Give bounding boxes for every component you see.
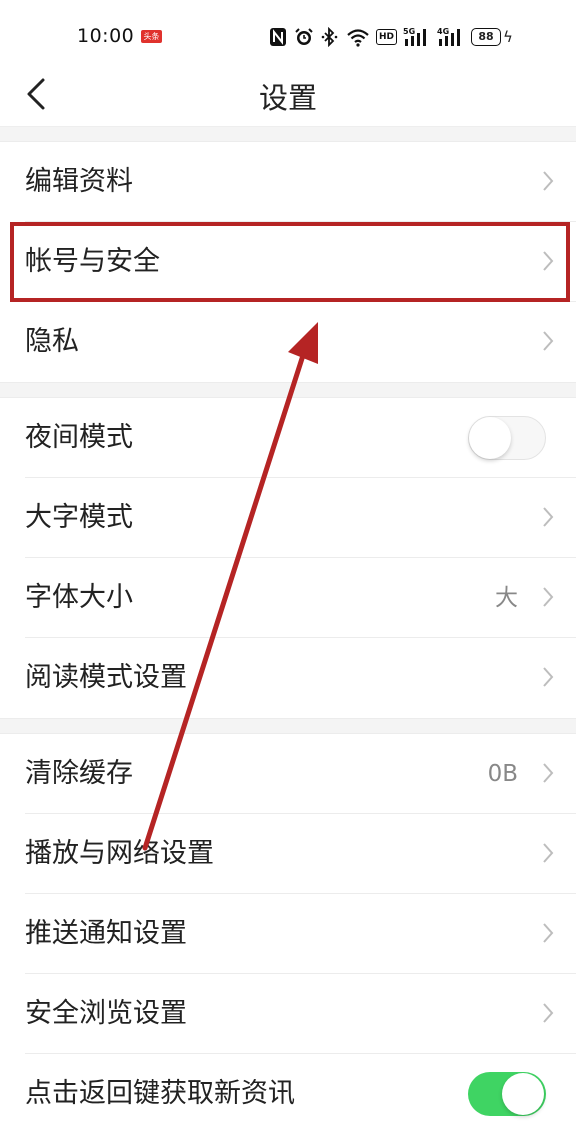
settings-item-label: 播放与网络设置 [25,838,214,869]
settings-item-label: 隐私 [25,326,79,357]
settings-item-label: 清除缓存 [25,758,133,789]
settings-item-label: 大字模式 [25,502,133,533]
settings-item-edit-profile[interactable]: 编辑资料 [0,142,576,222]
charging-icon: ϟ [503,28,513,46]
hd-voice-icon: HD [376,29,398,45]
settings-item-label: 推送通知设置 [25,918,187,949]
back-key-refresh-toggle[interactable] [468,1072,546,1116]
settings-item-back-key-refresh: 点击返回键获取新资讯 [0,1054,576,1134]
navigation-bar: 设置 [0,70,576,126]
section-separator [0,382,576,398]
settings-item-label: 阅读模式设置 [25,662,187,693]
settings-item-push-notifications[interactable]: 推送通知设置 [0,894,576,974]
chevron-right-icon [543,587,554,607]
svg-text:5G: 5G [403,27,415,36]
status-bar: 10:00 头条 HD 5G 4G 88 ϟ [0,0,576,70]
settings-item-label: 夜间模式 [25,422,133,453]
settings-item-clear-cache[interactable]: 清除缓存 0B [0,734,576,814]
settings-item-label: 编辑资料 [25,166,133,197]
section-separator [0,718,576,734]
chevron-right-icon [543,843,554,863]
signal-4g-icon: 4G [437,25,465,49]
battery-level: 88 [471,28,502,46]
cache-size-value: 0B [487,761,518,787]
settings-item-font-size[interactable]: 字体大小 大 [0,558,576,638]
settings-item-label: 点击返回键获取新资讯 [25,1078,295,1109]
night-mode-toggle[interactable] [468,416,546,460]
signal-5g-icon: 5G [403,25,431,49]
settings-item-playback-network[interactable]: 播放与网络设置 [0,814,576,894]
chevron-right-icon [543,171,554,191]
chevron-right-icon [543,331,554,351]
wifi-icon [346,25,370,49]
chevron-right-icon [543,667,554,687]
settings-group-display: 夜间模式 大字模式 字体大小 大 阅读模式设置 [0,398,576,718]
news-app-notification-icon: 头条 [141,30,162,43]
chevron-right-icon [543,507,554,527]
toggle-knob [469,417,511,459]
settings-item-label: 字体大小 [25,582,133,613]
svg-text:4G: 4G [437,27,449,36]
annotation-highlight-box [10,222,570,302]
battery-icon: 88 ϟ [471,28,513,46]
settings-item-label: 安全浏览设置 [25,998,187,1029]
settings-item-reading-mode[interactable]: 阅读模式设置 [0,638,576,718]
status-icons: HD 5G 4G 88 ϟ [268,24,513,50]
bluetooth-icon [320,25,340,49]
alarm-icon [294,25,314,49]
section-separator [0,126,576,142]
nfc-icon [268,25,288,49]
status-time: 10:00 [77,25,135,47]
settings-item-privacy[interactable]: 隐私 [0,302,576,382]
settings-item-safe-browsing[interactable]: 安全浏览设置 [0,974,576,1054]
chevron-right-icon [543,763,554,783]
chevron-right-icon [543,923,554,943]
settings-item-night-mode: 夜间模式 [0,398,576,478]
page-title: 设置 [258,81,317,115]
toggle-knob [502,1073,544,1115]
settings-item-large-text-mode[interactable]: 大字模式 [0,478,576,558]
font-size-value: 大 [495,585,518,611]
settings-group-general: 清除缓存 0B 播放与网络设置 推送通知设置 安全浏览设置 点击返回键获取新资讯 [0,734,576,1134]
chevron-right-icon [543,1003,554,1023]
